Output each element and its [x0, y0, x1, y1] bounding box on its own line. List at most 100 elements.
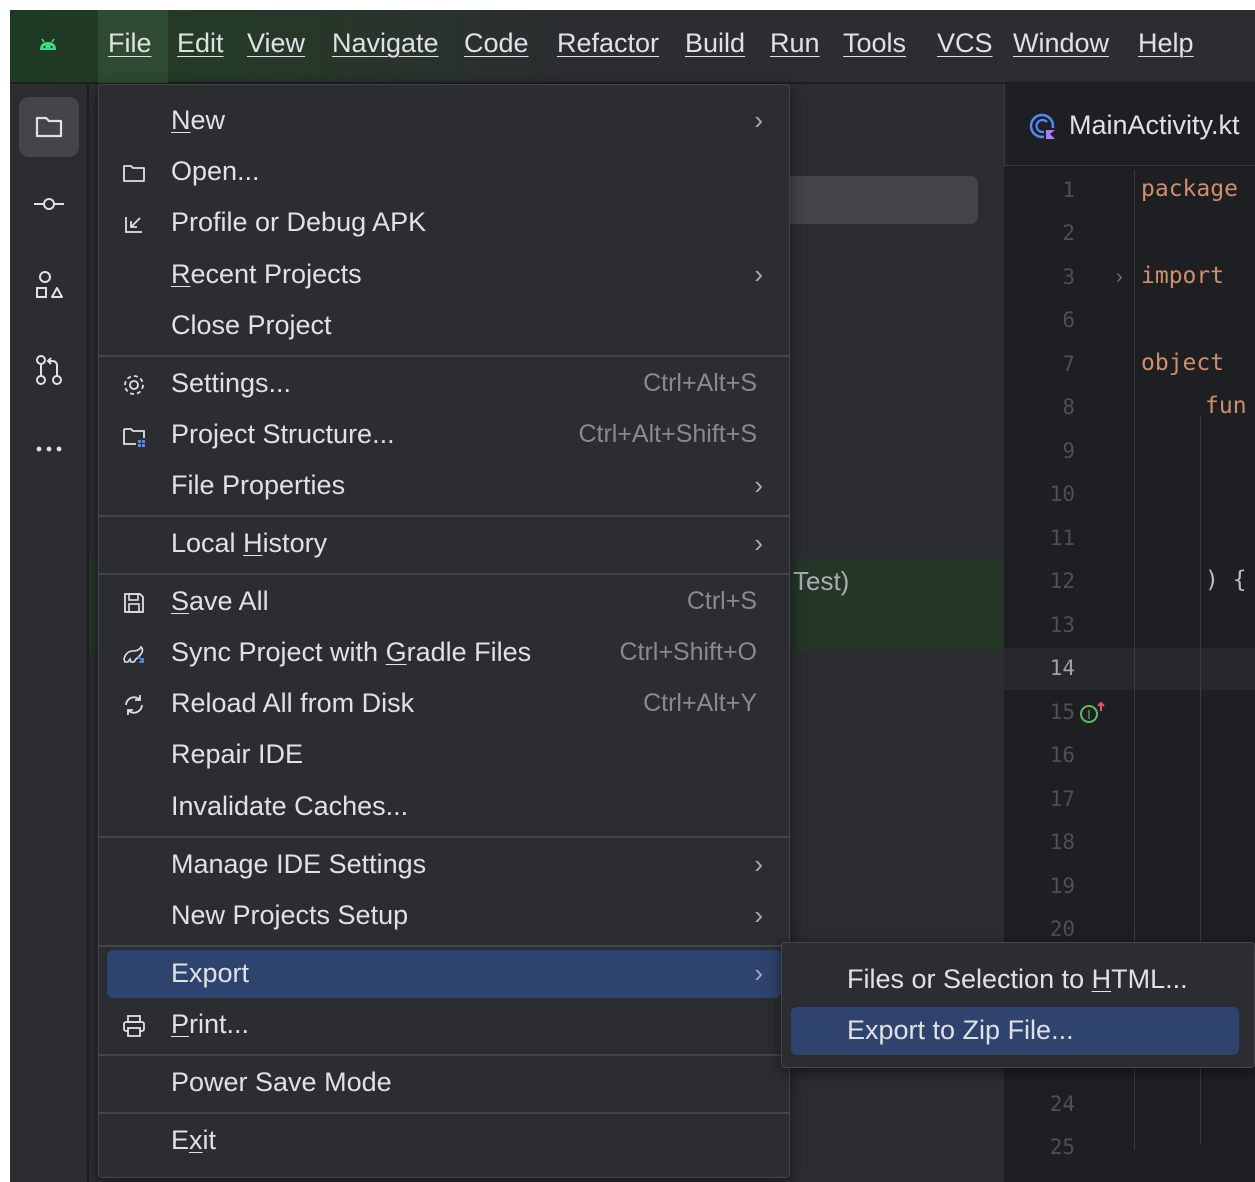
menu-item-label: Repair IDE — [171, 739, 304, 769]
menu-item-label: Recent Projects — [171, 259, 362, 289]
menu-code[interactable]: Code — [464, 28, 529, 59]
svg-text:I: I — [1087, 708, 1091, 722]
menu-item-label: Files or Selection to HTML... — [847, 964, 1188, 994]
menu-window[interactable]: Window — [1013, 28, 1109, 59]
menu-item-invalidate-caches[interactable]: Invalidate Caches... — [107, 783, 781, 831]
menu-item-close-project[interactable]: Close Project — [107, 302, 781, 350]
menu-item-label: Profile or Debug APK — [171, 207, 427, 237]
menu-separator — [99, 573, 789, 575]
project-panel-selected-row[interactable] — [785, 176, 978, 224]
menu-item-print[interactable]: Print... — [107, 1001, 781, 1049]
line-number: 10 — [1049, 482, 1075, 506]
menu-item-shortcut: Ctrl+Alt+Shift+S — [578, 420, 757, 448]
ide-window: File Edit View Navigate Code Refactor Bu… — [10, 10, 1255, 1182]
commit-icon — [34, 198, 64, 210]
project-structure-icon — [123, 428, 145, 447]
menu-separator — [99, 836, 789, 838]
more-tool-windows-button[interactable] — [19, 419, 79, 479]
menu-build[interactable]: Build — [685, 28, 745, 59]
code-paren-brace: ) { — [1205, 567, 1247, 593]
resource-manager-tool-button[interactable] — [19, 256, 79, 316]
resource-manager-icon — [36, 271, 63, 298]
menu-item-label: Exit — [171, 1125, 217, 1155]
menu-item-shortcut: Ctrl+S — [686, 587, 757, 615]
menu-separator — [99, 355, 789, 357]
menu-item-sync-gradle[interactable]: Sync Project with Gradle Files Ctrl+Shif… — [107, 629, 781, 677]
menu-tools[interactable]: Tools — [843, 28, 906, 59]
menu-vcs[interactable]: VCS — [937, 28, 993, 59]
line-number: 19 — [1049, 874, 1075, 898]
menu-item-label: Sync Project with Gradle Files — [171, 637, 532, 667]
menu-item-power-save[interactable]: Power Save Mode — [107, 1059, 781, 1107]
menu-item-files-to-html[interactable]: Files or Selection to HTML... — [791, 956, 1239, 1004]
menu-item-label: Local History — [171, 528, 328, 558]
project-tool-button[interactable] — [19, 97, 79, 157]
submenu-arrow-icon: › — [754, 849, 763, 879]
menu-help[interactable]: Help — [1138, 28, 1194, 59]
line-number: 15 — [1049, 700, 1075, 724]
menu-item-label: Project Structure... — [171, 419, 395, 449]
menu-refactor[interactable]: Refactor — [557, 28, 659, 59]
code-keyword-import: import — [1141, 263, 1225, 289]
code-keyword-fun: fun — [1205, 393, 1247, 419]
menu-item-local-history[interactable]: Local History › — [107, 520, 781, 568]
menu-item-label: Open... — [171, 156, 260, 186]
submenu-arrow-icon: › — [754, 900, 763, 930]
menu-item-label: New — [171, 105, 226, 135]
menu-view[interactable]: View — [247, 28, 305, 59]
menu-item-label: File Properties — [171, 470, 346, 500]
menu-file[interactable]: File — [108, 28, 152, 59]
submenu-arrow-icon: › — [754, 105, 763, 135]
menu-item-new[interactable]: New › — [107, 97, 781, 145]
menu-item-exit[interactable]: Exit — [107, 1117, 781, 1165]
editor-tab-mainactivity[interactable]: MainActivity.kt — [1069, 110, 1240, 141]
menu-item-shortcut: Ctrl+Alt+S — [643, 369, 757, 397]
menu-item-project-structure[interactable]: Project Structure... Ctrl+Alt+Shift+S — [107, 411, 781, 459]
submenu-arrow-icon: › — [754, 259, 763, 289]
android-studio-logo-icon[interactable] — [38, 36, 58, 52]
line-number: 3 — [1062, 265, 1075, 289]
menu-item-file-properties[interactable]: File Properties › — [107, 462, 781, 510]
menu-item-export-zip[interactable]: Export to Zip File... — [791, 1007, 1239, 1055]
menu-item-manage-ide-settings[interactable]: Manage IDE Settings › — [107, 841, 781, 889]
line-number: 25 — [1049, 1135, 1075, 1159]
menu-item-new-projects-setup[interactable]: New Projects Setup › — [107, 892, 781, 940]
menu-item-profile-debug-apk[interactable]: Profile or Debug APK — [107, 199, 781, 247]
line-number: 18 — [1049, 830, 1075, 854]
file-menu-popup: New › Open... Profile or Debug APK Recen… — [98, 84, 790, 1178]
pull-requests-tool-button[interactable] — [19, 340, 79, 400]
submenu-arrow-icon: › — [754, 958, 763, 988]
line-number: 6 — [1062, 308, 1075, 332]
menu-item-label: Export — [171, 958, 250, 988]
menu-separator — [99, 1054, 789, 1056]
save-icon — [124, 593, 144, 613]
menu-item-label: Settings... — [171, 368, 292, 398]
code-keyword-package: package — [1141, 176, 1238, 202]
line-number: 7 — [1062, 352, 1075, 376]
line-number: 1 — [1062, 178, 1075, 202]
line-number: 13 — [1049, 613, 1075, 637]
menu-item-label: New Projects Setup — [171, 900, 409, 930]
line-number: 9 — [1062, 439, 1075, 463]
more-icon — [36, 446, 62, 452]
line-number: 8 — [1062, 395, 1075, 419]
line-number: 17 — [1049, 787, 1075, 811]
menu-item-repair-ide[interactable]: Repair IDE — [107, 731, 781, 779]
menu-navigate[interactable]: Navigate — [332, 28, 439, 59]
folder-icon — [123, 165, 145, 182]
line-number: 2 — [1062, 221, 1075, 245]
menu-run[interactable]: Run — [770, 28, 820, 59]
implemented-interface-icon[interactable]: I — [1077, 699, 1109, 725]
menu-item-open[interactable]: Open... — [107, 148, 781, 196]
line-number: 11 — [1049, 526, 1075, 550]
menu-item-settings[interactable]: Settings... Ctrl+Alt+S — [107, 360, 781, 408]
fold-arrow-icon[interactable]: › — [1116, 266, 1123, 289]
code-keyword-object: object — [1141, 350, 1225, 376]
menu-item-save-all[interactable]: Save All Ctrl+S — [107, 578, 781, 626]
menu-item-reload-disk[interactable]: Reload All from Disk Ctrl+Alt+Y — [107, 680, 781, 728]
menu-item-recent-projects[interactable]: Recent Projects › — [107, 251, 781, 299]
menu-edit[interactable]: Edit — [177, 28, 224, 59]
commit-tool-button[interactable] — [19, 174, 79, 234]
tool-window-stripe — [10, 84, 88, 1182]
menu-item-export[interactable]: Export › — [107, 950, 781, 998]
